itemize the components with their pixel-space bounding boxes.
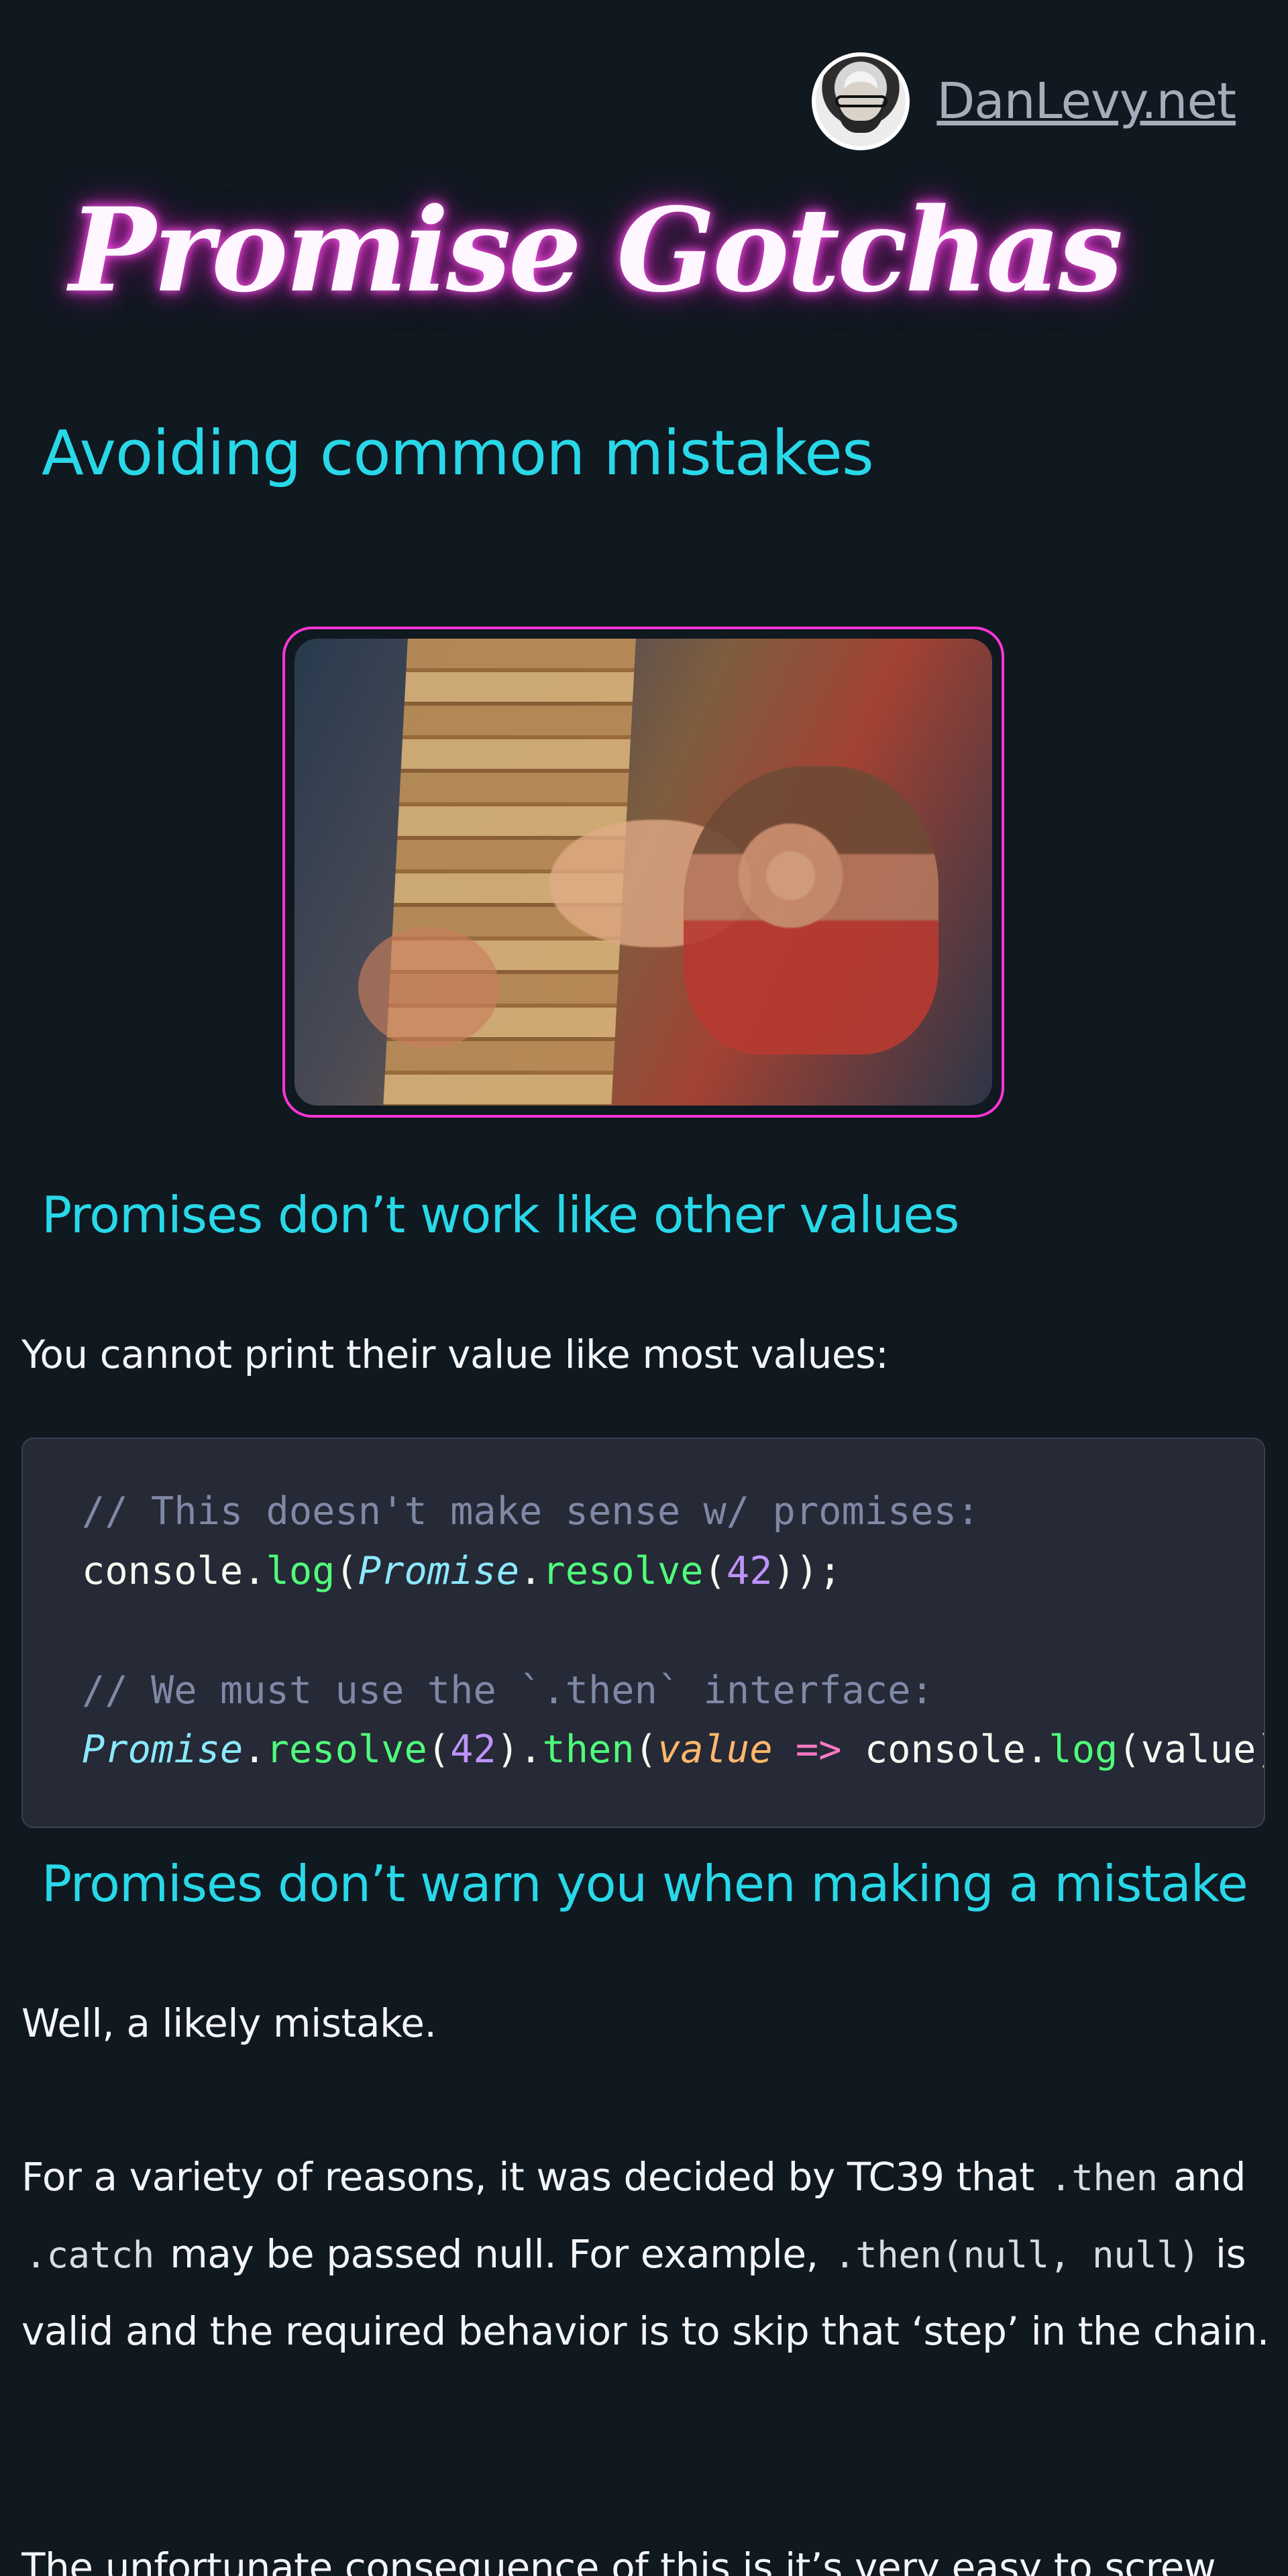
code-token-resolve: resolve <box>266 1727 427 1772</box>
jenga-child-image <box>294 639 992 1106</box>
section-paragraph-likely-mistake: Well, a likely mistake. <box>21 2000 437 2046</box>
code-token-promise: Promise <box>82 1727 244 1772</box>
code-token-dot: . <box>243 1549 266 1593</box>
code-token-then: then <box>542 1727 635 1772</box>
code-token-log: log <box>1049 1727 1118 1772</box>
code-token-close: )); <box>1256 1727 1264 1772</box>
image-left-hand <box>358 927 499 1048</box>
code-token-promise: Promise <box>358 1549 520 1593</box>
site-header: DanLevy.net <box>812 52 1236 150</box>
author-avatar[interactable] <box>812 52 910 150</box>
section-paragraph-partial: The unfortunate consequence of this is i… <box>21 2544 1216 2576</box>
paragraph-text: and <box>1161 2154 1246 2200</box>
code-token-close: ). <box>496 1727 543 1772</box>
code-line-promise-then: Promise.resolve(42).then(value => consol… <box>82 1731 1264 1769</box>
code-token-open-paren: ( <box>703 1549 727 1593</box>
code-token-open-paren: ( <box>634 1727 657 1772</box>
code-token-console: console <box>864 1727 1026 1772</box>
inline-code-catch: .catch <box>25 2233 154 2276</box>
inline-code-then: .then <box>1050 2157 1158 2199</box>
code-token-number: 42 <box>450 1727 496 1772</box>
section-paragraph-print-values: You cannot print their value like most v… <box>21 1332 889 1377</box>
feature-image-frame <box>282 627 1004 1118</box>
code-token-open-paren: ( <box>427 1727 451 1772</box>
article-subtitle: Avoiding common mistakes <box>42 417 874 489</box>
code-comment-line-2: // We must use the `.then` interface: <box>82 1668 934 1713</box>
code-token-open-paren: ( <box>1118 1727 1141 1772</box>
section-paragraph-null-handlers: For a variety of reasons, it was decided… <box>21 2139 1269 2369</box>
section-heading-promises-mistakes: Promises don’t warn you when making a mi… <box>42 1854 1248 1913</box>
code-token-console: console <box>82 1549 244 1593</box>
paragraph-text: may be passed null. For example, <box>158 2231 830 2277</box>
code-token-close: )); <box>772 1549 842 1593</box>
code-token-dot: . <box>519 1549 543 1593</box>
code-line-console-log-promise: console.log(Promise.resolve(42)); <box>82 1552 842 1591</box>
code-token-param: value <box>657 1727 773 1772</box>
code-token-log: log <box>266 1549 335 1593</box>
site-home-link[interactable]: DanLevy.net <box>936 76 1236 126</box>
code-block-promise-example: // This doesn't make sense w/ promises: … <box>21 1438 1265 1828</box>
code-token-resolve: resolve <box>542 1549 704 1593</box>
paragraph-text: For a variety of reasons, it was decided… <box>21 2154 1046 2200</box>
code-token-dot: . <box>243 1727 266 1772</box>
inline-code-then-null: .then(null, null) <box>834 2233 1200 2276</box>
code-token-number: 42 <box>726 1549 773 1593</box>
code-token-open-paren: ( <box>335 1549 358 1593</box>
code-token-value-arg: value <box>1140 1727 1256 1772</box>
article-title: Promise Gotchas <box>69 182 1123 318</box>
code-token-dot: . <box>1026 1727 1049 1772</box>
code-token-arrow: => <box>772 1727 865 1772</box>
section-heading-promises-values: Promises don’t work like other values <box>42 1185 959 1244</box>
code-comment-line-1: // This doesn't make sense w/ promises: <box>82 1489 980 1534</box>
image-hands <box>549 820 751 947</box>
